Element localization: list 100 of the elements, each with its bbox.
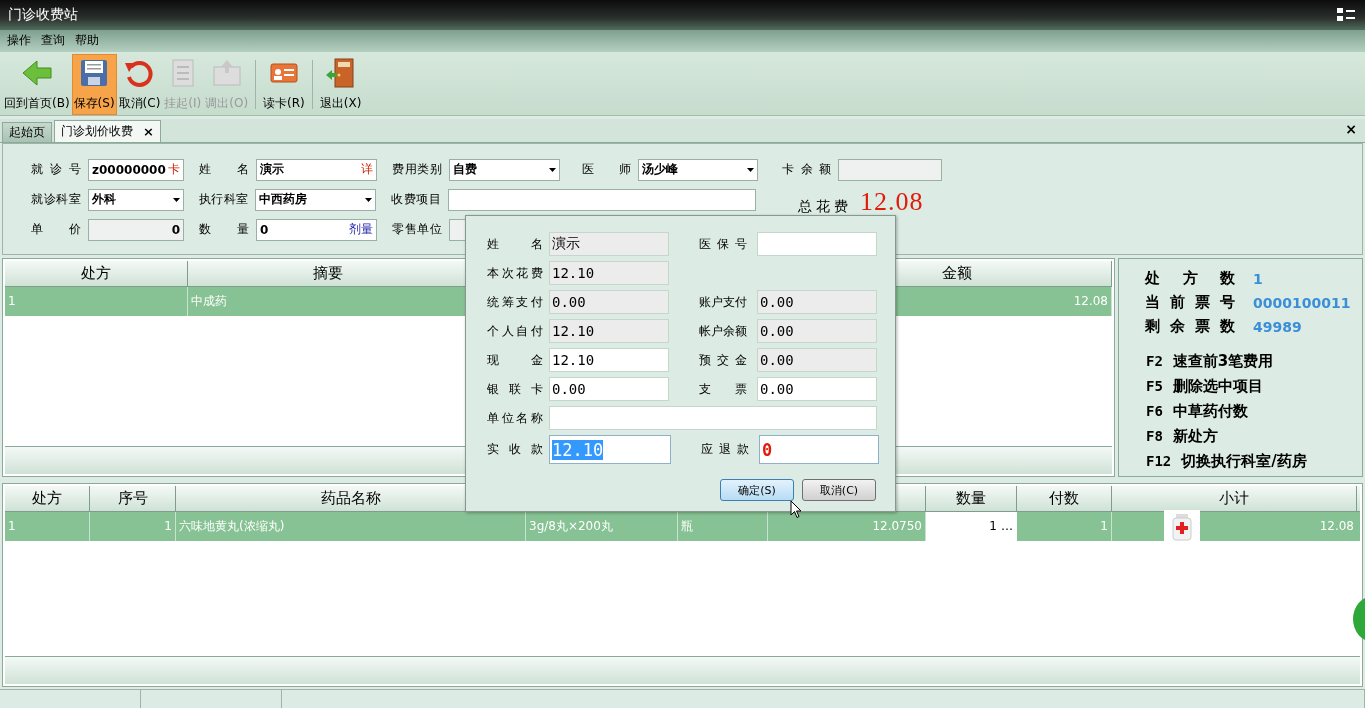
field-label: 卡余额 [782, 161, 832, 179]
input-field[interactable]: 0.00 [757, 319, 877, 343]
info-value: 49989 [1253, 318, 1302, 335]
field-label: 医保号 [699, 235, 747, 253]
shortcut-text: 新处方 [1172, 426, 1218, 446]
input-field[interactable]: z00000000 卡 [88, 158, 184, 181]
exit-door-icon [324, 56, 357, 89]
field-label: 就诊科室 [31, 191, 82, 209]
column-header[interactable]: 序号 [90, 486, 176, 511]
total-amount: 12.08 [860, 187, 924, 215]
input-field[interactable]: 0.00 [757, 377, 877, 401]
dropdown[interactable]: 自费 [449, 158, 560, 181]
table-row[interactable]: 1 1 六味地黄丸(浓缩丸) 3g/8丸×200丸 瓶 12.0750 1 … 1 12.08 [5, 512, 1360, 541]
close-icon[interactable]: × [1345, 121, 1357, 137]
shortcut-key: F8 [1146, 428, 1163, 445]
column-header[interactable]: 处方 [5, 260, 188, 286]
shortcut-text: 速查前3笔费用 [1172, 351, 1274, 371]
input-field[interactable] [447, 188, 757, 211]
table-cell: 1 [1017, 512, 1112, 541]
field-label: 统筹支付 [487, 293, 543, 311]
shortcut-key: F5 [1146, 378, 1163, 395]
field-label: 零售单位 [392, 221, 443, 239]
menu-item[interactable]: 帮助 [70, 32, 104, 50]
field-label: 执行科室 [198, 191, 250, 209]
input-field[interactable]: 0 [88, 218, 184, 241]
shortcut-key: F2 [1146, 353, 1163, 370]
input-field[interactable]: 0.00 [549, 377, 669, 401]
tab[interactable]: 起始页 [2, 121, 52, 142]
column-header[interactable]: 付数 [1017, 486, 1112, 511]
dropdown[interactable]: 中西药房 [255, 188, 377, 211]
menu-item[interactable]: 操作 [2, 32, 36, 50]
field-label: 银联卡 [487, 380, 543, 398]
caret-icon [747, 167, 754, 172]
field-label: 应退款 [701, 441, 749, 458]
toolbar-button[interactable]: 读卡(R) [261, 53, 307, 115]
column-header[interactable]: 数量 [926, 486, 1017, 511]
shortcut-text: 中草药付数 [1172, 401, 1248, 421]
field-label: 支票 [699, 380, 747, 398]
field-label: 医师 [582, 161, 632, 179]
table-cell: 1 [5, 512, 90, 541]
field-label: 就诊号 [31, 161, 82, 179]
input-field[interactable]: 演示 [549, 232, 669, 256]
field-label: 单位名称 [487, 409, 543, 427]
dropdown[interactable]: 汤少峰 [638, 158, 758, 181]
input-field[interactable]: 0 [759, 435, 879, 464]
layout-icon[interactable] [1337, 7, 1355, 22]
field-label: 费用类别 [392, 161, 443, 179]
field-suffix[interactable]: 卡 [168, 161, 180, 179]
shortcut-text: 切换执行科室/药房 [1181, 451, 1307, 471]
menu-item[interactable]: 查询 [36, 32, 70, 50]
shortcut-key: F6 [1146, 403, 1163, 420]
dropdown[interactable]: 外科 [87, 188, 184, 211]
close-icon[interactable]: × [143, 123, 154, 139]
input-field[interactable]: 12.10 [549, 319, 669, 343]
field-label: 姓名 [487, 235, 543, 253]
tab[interactable]: 门诊划价收费 × [54, 119, 161, 142]
info-label: 处方数 [1145, 269, 1235, 289]
field-label: 帐户余额 [699, 322, 747, 340]
caret-icon [365, 197, 373, 202]
input-field[interactable]: 演示 详 [256, 158, 377, 181]
dialog-button[interactable]: 取消(C) [802, 479, 876, 501]
toolbar-button[interactable]: 退出(X) [317, 53, 364, 115]
input-field[interactable]: 12.10 [549, 348, 669, 372]
field-label: 单价 [31, 221, 82, 239]
table-cell: 1 [90, 512, 176, 541]
input-field[interactable] [549, 406, 877, 430]
caret-icon [549, 167, 556, 172]
field-label: 个人自付 [487, 322, 543, 340]
toolbar-button[interactable]: 回到首页(B) [2, 53, 72, 115]
field-label: 实收款 [487, 441, 543, 458]
field-label: 预交金 [699, 351, 747, 369]
field-suffix[interactable]: 详 [361, 161, 373, 179]
toolbar-button[interactable]: 取消(C) [116, 53, 163, 115]
table-cell-text: 12.08 [1318, 519, 1355, 534]
field-label: 数量 [199, 221, 250, 239]
dialog-button[interactable]: 确定(S) [720, 479, 794, 501]
table-cell: 1 [5, 286, 188, 316]
input-field[interactable]: 0 剂量 [256, 218, 377, 241]
toolbar-button[interactable]: 保存(S) [71, 53, 117, 115]
input-field[interactable]: 0.00 [757, 348, 877, 372]
field-label: 现金 [487, 351, 543, 369]
quantity-field[interactable]: 1 … [926, 512, 1017, 541]
input-field[interactable]: 12.10 [549, 261, 669, 285]
caret-icon [172, 197, 180, 202]
input-field[interactable]: 0.00 [757, 290, 877, 314]
input-field[interactable] [757, 232, 877, 256]
column-header[interactable]: 处方 [5, 486, 90, 511]
more-button[interactable]: … [1001, 519, 1013, 534]
shortcut-key: F12 [1146, 453, 1172, 470]
medicine-bottle-icon [1164, 510, 1200, 543]
input-field[interactable] [838, 158, 942, 181]
field-label: 本次花费 [487, 264, 543, 282]
field-suffix[interactable]: 剂量 [349, 221, 373, 239]
info-value: 1 [1253, 270, 1263, 287]
info-label: 剩余票数 [1145, 317, 1235, 337]
field-label: 姓名 [199, 161, 250, 179]
field-label: 账户支付 [699, 293, 747, 311]
input-field[interactable]: 0.00 [549, 290, 669, 314]
shortcut-text: 删除选中项目 [1172, 376, 1263, 396]
window-title: 门诊收费站 [8, 5, 79, 24]
